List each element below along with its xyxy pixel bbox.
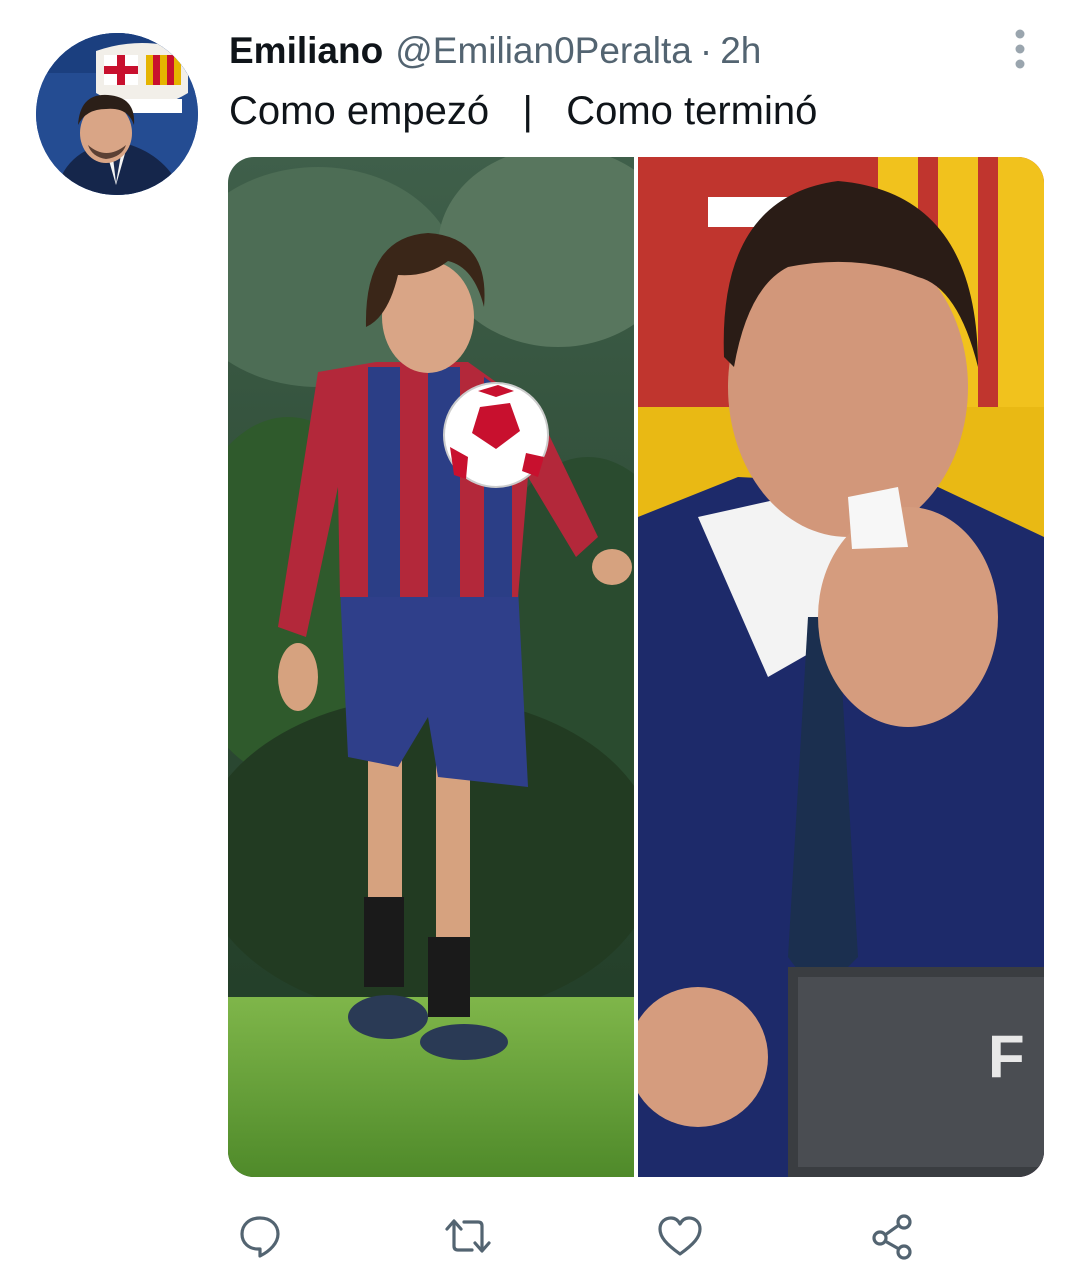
timestamp[interactable]: 2h	[720, 30, 761, 72]
retweet-icon	[445, 1219, 491, 1253]
tweet-text: Como empezó | Como terminó	[229, 89, 818, 133]
media-image-left[interactable]	[228, 157, 634, 1177]
media-image-right[interactable]: F	[638, 157, 1044, 1177]
more-vertical-icon	[1015, 29, 1025, 69]
tweet-header: Emiliano @Emilian0Peralta · 2h	[229, 28, 761, 74]
player-crying-press-conference-photo: F	[638, 157, 1044, 1177]
separator-dot: ·	[699, 30, 713, 71]
like-button[interactable]	[650, 1206, 710, 1266]
reply-button[interactable]	[230, 1206, 290, 1266]
user-handle[interactable]: @Emilian0Peralta	[395, 30, 692, 72]
young-player-juggling-ball-photo	[228, 157, 634, 1177]
retweet-button[interactable]	[438, 1206, 498, 1266]
svg-text:F: F	[988, 1023, 1025, 1090]
tweet-media[interactable]: F	[228, 157, 1044, 1177]
tweet-actions	[0, 1196, 1079, 1276]
avatar[interactable]	[36, 33, 198, 195]
share-icon	[872, 1214, 912, 1260]
heart-icon	[658, 1216, 702, 1256]
reply-icon	[240, 1216, 280, 1258]
tweet[interactable]: Emiliano @Emilian0Peralta · 2h Como empe…	[0, 0, 1079, 1280]
more-options-button[interactable]	[1002, 28, 1038, 72]
share-button[interactable]	[862, 1206, 922, 1266]
avatar-image	[36, 33, 198, 195]
display-name[interactable]: Emiliano	[229, 30, 383, 72]
